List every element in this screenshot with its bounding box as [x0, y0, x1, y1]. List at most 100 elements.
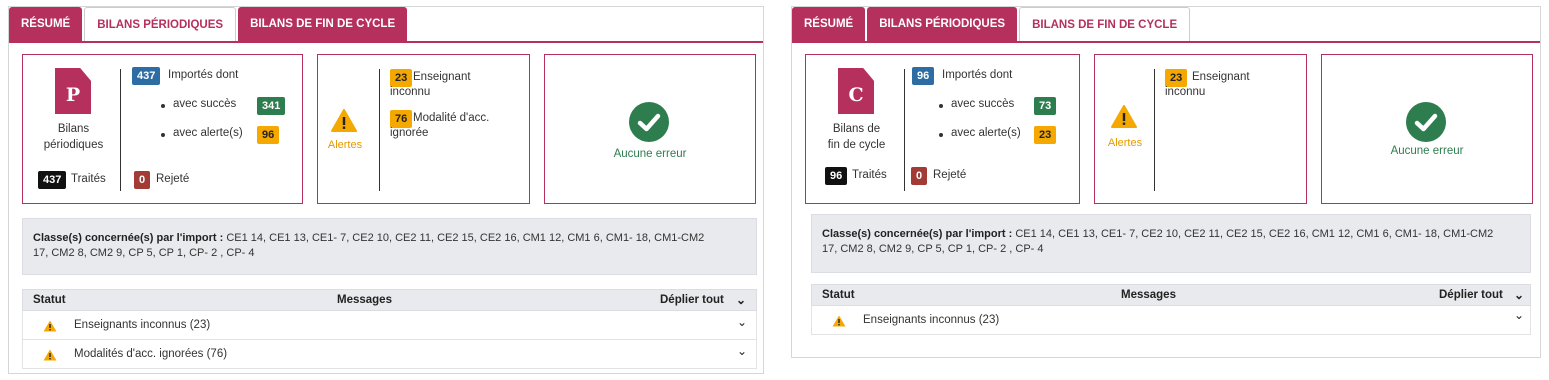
- classes-line2: 17, CM2 8, CM2 9, CP 5, CP 1, CP- 2 , CP…: [33, 247, 255, 259]
- imported-count-badge: 96: [912, 67, 935, 85]
- messages-table-header: Statut Messages Déplier tout ⌄: [22, 289, 757, 311]
- errors-card: Aucune erreur: [544, 54, 756, 204]
- row-message: Enseignants inconnus (23): [863, 314, 1000, 326]
- chevron-down-icon[interactable]: ⌄: [1514, 288, 1524, 302]
- success-count-badge: 73: [1034, 97, 1057, 115]
- rejected-label: Rejeté: [156, 173, 190, 185]
- classes-box: Classe(s) concernée(s) par l'import : CE…: [22, 218, 757, 275]
- table-row[interactable]: Enseignants inconnus (23) ⌄: [22, 311, 757, 340]
- alert2-label-line1: Modalité d'acc.: [413, 112, 490, 124]
- tab-bilans-fin-cycle[interactable]: BILANS DE FIN DE CYCLE: [1019, 7, 1191, 41]
- chevron-down-icon[interactable]: ⌄: [1514, 308, 1524, 322]
- alerts-title: Alertes: [1107, 137, 1143, 149]
- bullet: [939, 104, 943, 108]
- tab-resume[interactable]: RÉSUMÉ: [792, 7, 866, 41]
- classes-label: Classe(s) concernée(s) par l'import :: [822, 228, 1013, 240]
- rejected-label: Rejeté: [933, 169, 967, 181]
- alert1-count-badge: 23: [1165, 69, 1188, 87]
- warning-icon: [331, 109, 357, 132]
- alert1-label-line1: Enseignant: [1192, 71, 1250, 83]
- tab-bar: RÉSUMÉ BILANS PÉRIODIQUES BILANS DE FIN …: [792, 7, 1192, 41]
- document-letter: C: [848, 84, 864, 106]
- classes-line2: 17, CM2 8, CM2 9, CP 5, CP 1, CP- 2 , CP…: [822, 243, 1044, 255]
- tab-underline: [9, 41, 763, 43]
- document-letter: P: [65, 84, 81, 106]
- alerts-title: Alertes: [327, 139, 363, 151]
- rejected-count-badge: 0: [134, 171, 151, 189]
- alert1-label-line2: inconnu: [1165, 86, 1206, 98]
- success-count-badge: 341: [257, 97, 286, 115]
- alert1-label-line1: Enseignant: [413, 71, 471, 83]
- table-row[interactable]: Modalités d'acc. ignorées (76) ⌄: [22, 340, 757, 369]
- import-stats-card: C Bilans de fin de cycle 96 Importés don…: [805, 54, 1080, 204]
- tab-bilans-periodiques[interactable]: BILANS PÉRIODIQUES: [867, 7, 1018, 41]
- expand-all-button[interactable]: Déplier tout: [1439, 289, 1503, 301]
- row-message: Modalités d'acc. ignorées (76): [74, 348, 228, 360]
- import-stats-card: P Bilans périodiques 437 Importés dont a…: [22, 54, 303, 204]
- messages-table-header: Statut Messages Déplier tout ⌄: [811, 284, 1531, 306]
- treated-count-badge: 437: [38, 171, 67, 189]
- import-panel-periodiques: RÉSUMÉ BILANS PÉRIODIQUES BILANS DE FIN …: [8, 6, 764, 374]
- chevron-down-icon[interactable]: ⌄: [736, 293, 746, 307]
- rejected-count-badge: 0: [911, 167, 928, 185]
- warning-icon: [832, 315, 846, 327]
- classes-label: Classe(s) concernée(s) par l'import :: [33, 232, 224, 244]
- col-status: Statut: [822, 289, 855, 301]
- alert-count-badge: 23: [1034, 126, 1057, 144]
- divider: [1154, 69, 1155, 191]
- tab-bar: RÉSUMÉ BILANS PÉRIODIQUES BILANS DE FIN …: [9, 7, 409, 41]
- bullet: [161, 104, 165, 108]
- divider: [379, 69, 380, 191]
- no-error-label: Aucune erreur: [613, 148, 687, 160]
- alert1-label-line2: inconnu: [390, 86, 431, 98]
- tab-resume[interactable]: RÉSUMÉ: [9, 7, 83, 41]
- imported-label: Importés dont: [942, 69, 1013, 81]
- tab-bilans-periodiques[interactable]: BILANS PÉRIODIQUES: [84, 7, 237, 41]
- doc-label-line1: Bilans de: [832, 123, 881, 135]
- success-label: avec succès: [173, 98, 237, 110]
- expand-all-button[interactable]: Déplier tout: [660, 294, 724, 306]
- table-row[interactable]: Enseignants inconnus (23) ⌄: [811, 306, 1531, 335]
- alerts-card: Alertes 23 Enseignant inconnu: [1094, 54, 1307, 204]
- doc-label-line1: Bilans: [57, 123, 90, 135]
- warning-icon: [1111, 105, 1137, 128]
- col-messages: Messages: [1121, 289, 1176, 301]
- warning-icon: [43, 320, 57, 332]
- check-circle-icon: [629, 102, 669, 142]
- bullet: [161, 133, 165, 137]
- treated-count-badge: 96: [825, 167, 848, 185]
- document-p-icon: P: [55, 68, 91, 114]
- col-messages: Messages: [337, 294, 392, 306]
- classes-line1: CE1 14, CE1 13, CE1- 7, CE2 10, CE2 11, …: [1012, 228, 1494, 240]
- check-circle-icon: [1406, 102, 1446, 142]
- row-message: Enseignants inconnus (23): [74, 319, 211, 331]
- chevron-down-icon[interactable]: ⌄: [737, 344, 747, 358]
- import-panel-fin-cycle: RÉSUMÉ BILANS PÉRIODIQUES BILANS DE FIN …: [791, 6, 1541, 358]
- alerts-card: Alertes 23 Enseignant inconnu 76 Modalit…: [317, 54, 530, 204]
- tab-underline: [792, 41, 1540, 43]
- classes-line1: CE1 14, CE1 13, CE1- 7, CE2 10, CE2 11, …: [223, 232, 705, 244]
- treated-label: Traités: [71, 173, 106, 185]
- imported-label: Importés dont: [168, 69, 239, 81]
- divider: [904, 69, 905, 191]
- success-label: avec succès: [951, 98, 1015, 110]
- no-error-label: Aucune erreur: [1390, 145, 1464, 157]
- alert2-count-badge: 76: [390, 110, 413, 128]
- alert1-count-badge: 23: [390, 69, 413, 87]
- divider: [120, 69, 121, 191]
- alert-label: avec alerte(s): [951, 127, 1021, 139]
- tab-bilans-fin-cycle[interactable]: BILANS DE FIN DE CYCLE: [238, 7, 408, 41]
- doc-label-line2: périodiques: [43, 139, 104, 151]
- classes-box: Classe(s) concernée(s) par l'import : CE…: [811, 214, 1531, 273]
- warning-icon: [43, 349, 57, 361]
- treated-label: Traités: [852, 169, 887, 181]
- document-c-icon: C: [838, 68, 874, 114]
- bullet: [939, 133, 943, 137]
- alert2-label-line2: ignorée: [390, 127, 429, 139]
- doc-label-line2: fin de cycle: [827, 139, 886, 151]
- alert-count-badge: 96: [257, 126, 280, 144]
- imported-count-badge: 437: [132, 67, 161, 85]
- alert-label: avec alerte(s): [173, 127, 243, 139]
- errors-card: Aucune erreur: [1321, 54, 1533, 204]
- chevron-down-icon[interactable]: ⌄: [737, 315, 747, 329]
